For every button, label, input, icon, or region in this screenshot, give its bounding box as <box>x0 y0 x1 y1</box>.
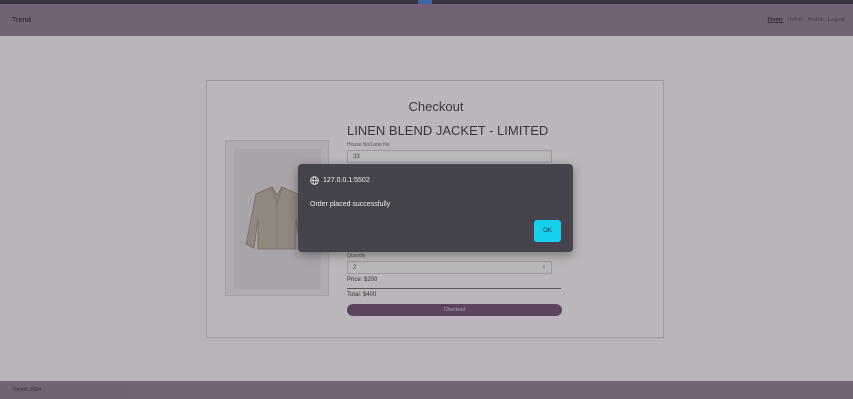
dialog-host: 127.0.0.1:5502 <box>323 177 370 184</box>
dialog-header: 127.0.0.1:5502 <box>310 176 370 185</box>
alert-dialog: 127.0.0.1:5502 Order placed successfully… <box>298 164 573 252</box>
ok-button[interactable]: OK <box>534 220 561 242</box>
globe-icon <box>310 176 319 185</box>
dialog-message: Order placed successfully <box>310 201 391 208</box>
